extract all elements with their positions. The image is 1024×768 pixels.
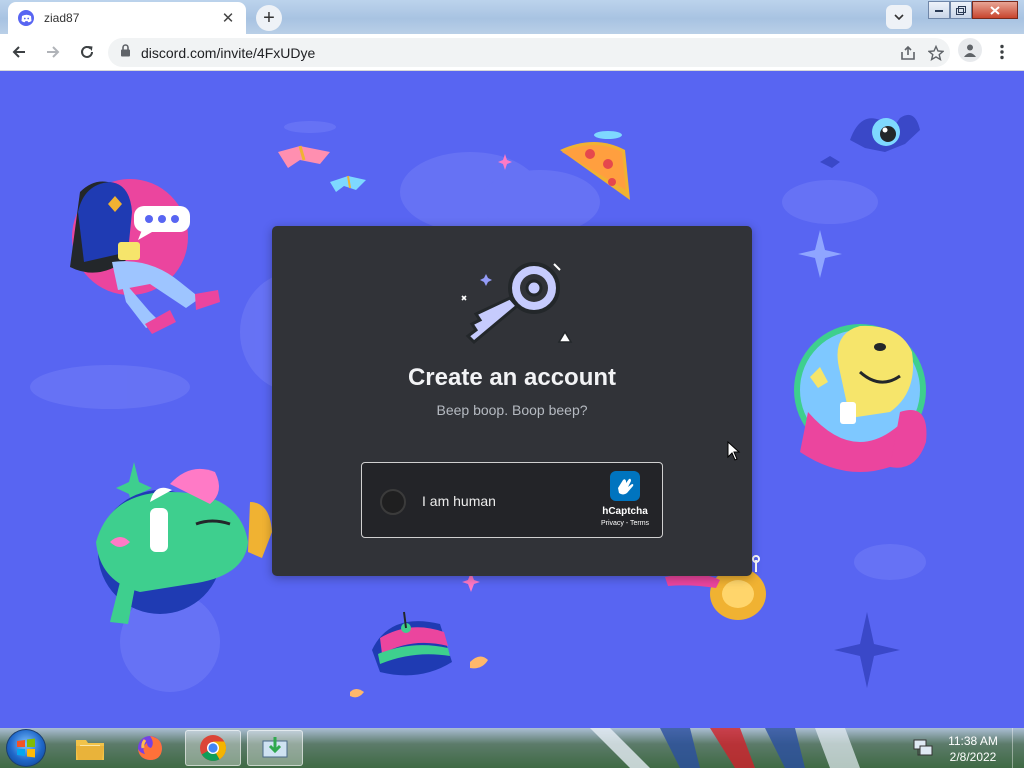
captcha-checkbox[interactable] [380, 489, 406, 515]
hcaptcha-logo-icon[interactable] [610, 471, 640, 501]
tab-title: ziad87 [44, 11, 80, 25]
back-button[interactable] [4, 37, 34, 67]
modal-subtitle: Beep boop. Boop beep? [436, 402, 588, 418]
arrow-right-icon [47, 46, 60, 58]
url-text: discord.com/invite/4FxUDye [141, 44, 316, 61]
arrow-left-icon [12, 46, 25, 58]
captcha-brand: hCaptcha [602, 506, 648, 517]
reload-button[interactable] [72, 37, 102, 67]
key-icon [461, 262, 573, 345]
browser-toolbar: discord.com/invite/4FxUDye [0, 34, 1024, 71]
more-menu-icon[interactable] [992, 38, 1012, 66]
captcha-label: I am human [422, 493, 496, 509]
tab-strip: ziad87 ✕ + [0, 0, 1024, 34]
tab-search-button[interactable] [886, 5, 912, 29]
windows-taskbar: 11:38 AM 2/8/2022 [0, 728, 1024, 768]
network-tray-icon[interactable] [912, 732, 936, 760]
profile-avatar-icon[interactable] [958, 38, 982, 62]
maximize-button[interactable] [950, 1, 972, 19]
lock-icon[interactable] [120, 43, 131, 62]
chevron-down-icon [894, 14, 904, 20]
discord-invite-page: Create an account Beep boop. Boop beep? … [0, 72, 1024, 728]
bookmark-star-icon[interactable] [922, 39, 950, 67]
firefox-icon[interactable] [122, 730, 178, 766]
start-button[interactable] [6, 729, 46, 767]
clock-time: 11:38 AM [948, 734, 998, 748]
modal-title: Create an account [407, 364, 617, 391]
close-window-button[interactable] [972, 1, 1018, 19]
window-controls [928, 1, 1018, 19]
browser-tab[interactable]: ziad87 ✕ [8, 2, 246, 34]
reload-icon [81, 45, 93, 58]
discord-icon [18, 10, 34, 26]
share-icon[interactable] [894, 39, 922, 67]
wallpaper-decoration [590, 728, 860, 768]
forward-button[interactable] [38, 37, 68, 67]
mouse-cursor-icon [727, 441, 741, 461]
show-desktop-button[interactable] [1012, 728, 1024, 768]
new-tab-button[interactable]: + [256, 5, 282, 31]
explorer-icon[interactable] [62, 730, 118, 766]
clock-date: 2/8/2022 [949, 750, 997, 764]
minimize-button[interactable] [928, 1, 950, 19]
windows-logo-icon [17, 738, 35, 758]
captcha-privacy-terms-link[interactable]: Privacy - Terms [594, 520, 656, 527]
create-account-modal: Create an account Beep boop. Boop beep? … [272, 226, 752, 576]
download-app-icon[interactable] [247, 730, 303, 766]
system-clock[interactable]: 11:38 AM 2/8/2022 [940, 733, 1006, 765]
hcaptcha-widget[interactable]: I am human hCaptcha Privacy - Terms [361, 462, 663, 538]
tab-close-icon[interactable]: ✕ [220, 9, 236, 27]
chrome-icon[interactable] [185, 730, 241, 766]
address-bar[interactable]: discord.com/invite/4FxUDye [108, 38, 950, 67]
